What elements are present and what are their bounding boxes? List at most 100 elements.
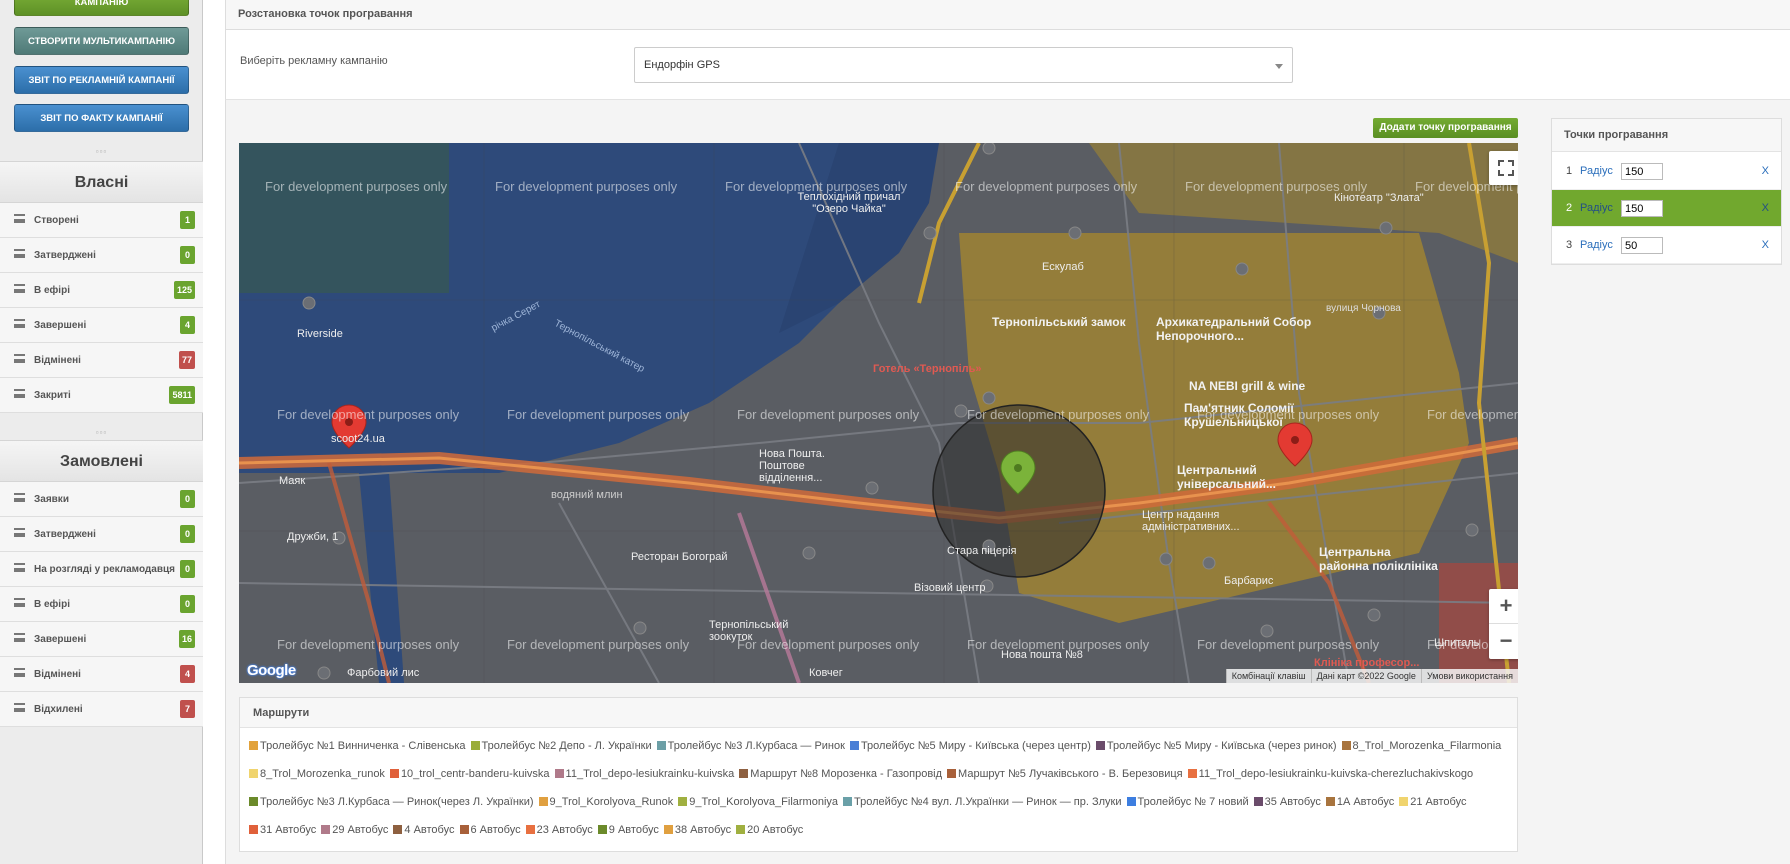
sidebar-item[interactable]: Затверджені 0 — [0, 517, 203, 552]
sidebar-item[interactable]: Відмінені 4 — [0, 657, 203, 692]
route-item[interactable]: 8_Trol_Morozenka_Filarmonia — [1341, 732, 1501, 760]
sidebar-item[interactable]: Затверджені 0 — [0, 238, 203, 273]
playback-point-row[interactable]: 2 Радіус X — [1552, 190, 1781, 227]
route-item[interactable]: 9 Автобус — [597, 816, 659, 844]
remove-point-button[interactable]: X — [1762, 153, 1769, 190]
map-label: Нова пошта №8 — [1001, 649, 1083, 661]
map-label: Шпиталь — [1434, 637, 1480, 649]
drag-grip-icon[interactable]: ▫▫▫ — [0, 428, 203, 437]
sidebar-item[interactable]: Створені 1 — [0, 203, 203, 238]
route-color-swatch — [470, 741, 480, 750]
route-color-swatch — [663, 825, 673, 834]
route-item[interactable]: 11_Trol_depo-lesiukrainku-kuivska — [554, 760, 734, 788]
radius-label[interactable]: Радіус — [1580, 153, 1613, 190]
route-item[interactable]: 29 Автобус — [321, 816, 388, 844]
route-item[interactable]: Тролейбус № 7 новий — [1126, 788, 1249, 816]
radius-input[interactable] — [1621, 163, 1663, 180]
route-color-swatch — [321, 825, 331, 834]
ad-campaign-report-button[interactable]: ЗВІТ ПО РЕКЛАМНІЙ КАМПАНІЇ — [14, 66, 189, 94]
route-item[interactable]: 9_Trol_Korolyova_Filarmoniya — [678, 788, 838, 816]
campaign-select[interactable]: Ендорфін GPS — [634, 47, 1293, 83]
route-item[interactable]: 10_trol_centr-banderu-kuivska — [389, 760, 550, 788]
sidebar-item[interactable]: В ефірі 0 — [0, 587, 203, 622]
campaign-fact-report-button[interactable]: ЗВІТ ПО ФАКТУ КАМПАНІЇ — [14, 104, 189, 132]
count-badge: 16 — [178, 630, 195, 648]
route-item[interactable]: 8_Trol_Morozenka_runok — [249, 760, 385, 788]
route-item[interactable]: Тролейбус №5 Миру - Київська (через цент… — [849, 732, 1091, 760]
terms-link[interactable]: Умови використання — [1420, 669, 1518, 683]
route-label: 20 Автобус — [747, 824, 804, 836]
count-badge: 0 — [180, 595, 195, 613]
route-color-swatch — [656, 741, 666, 750]
sidebar-item[interactable]: На розгляді у рекламодавця 0 — [0, 552, 203, 587]
route-item[interactable]: 23 Автобус — [525, 816, 593, 844]
map-label: NA NEBI grill & wine — [1189, 379, 1306, 393]
radius-label[interactable]: Радіус — [1580, 227, 1613, 264]
route-item[interactable]: 9_Trol_Korolyova_Runok — [538, 788, 673, 816]
menu-icon — [14, 493, 25, 502]
menu-icon — [14, 249, 25, 258]
keyboard-shortcuts-link[interactable]: Комбінації клавіш — [1225, 669, 1311, 683]
sidebar-item[interactable]: Відхилені 7 — [0, 692, 203, 727]
map-label: Готель «Тернопіль» — [873, 363, 982, 375]
remove-point-button[interactable]: X — [1762, 227, 1769, 264]
playback-point-row[interactable]: 3 Радіус X — [1552, 227, 1781, 264]
route-item[interactable]: Маршрут №8 Морозенка - Газопровід — [739, 760, 942, 788]
sidebar-item[interactable]: Закриті 5811 — [0, 378, 203, 413]
route-item[interactable]: 20 Автобус — [736, 816, 803, 844]
route-item[interactable]: Тролейбус №3 Л.Курбаса — Ринок — [656, 732, 845, 760]
route-item[interactable]: 6 Автобус — [459, 816, 521, 844]
route-item[interactable]: 31 Автобус — [249, 816, 316, 844]
sidebar-item[interactable]: Відмінені 77 — [0, 343, 203, 378]
route-color-swatch — [1126, 797, 1136, 806]
menu-icon — [14, 598, 25, 607]
point-number: 1 — [1566, 165, 1573, 177]
remove-point-button[interactable]: X — [1762, 190, 1769, 227]
route-item[interactable]: 4 Автобус — [393, 816, 455, 844]
sidebar-item-label: Затверджені — [34, 250, 96, 261]
count-badge: 4 — [180, 665, 195, 683]
route-label: 38 Автобус — [674, 824, 732, 836]
route-item[interactable]: 35 Автобус — [1253, 788, 1321, 816]
route-item[interactable]: 38 Автобус — [663, 816, 732, 844]
route-item[interactable]: Тролейбус №3 Л.Курбаса — Ринок(через Л. … — [249, 788, 534, 816]
map[interactable]: For development purposes only For develo… — [239, 143, 1518, 683]
create-multicampaign-button[interactable]: СТВОРИТИ МУЛЬТИКАМПАНІЮ — [14, 27, 189, 55]
route-color-swatch — [947, 769, 957, 778]
route-item[interactable]: Маршрут №5 Лучаківського - В. Березовиця — [947, 760, 1183, 788]
route-item[interactable]: Тролейбус №2 Депо - Л. Українки — [470, 732, 652, 760]
sidebar-item[interactable]: В ефірі 125 — [0, 273, 203, 308]
sidebar-item[interactable]: Завершені 16 — [0, 622, 203, 657]
sidebar-item-label: В ефірі — [34, 599, 70, 610]
route-item[interactable]: Тролейбус №1 Винниченка - Слівенська — [249, 732, 466, 760]
drag-grip-icon[interactable]: ▫▫▫ — [0, 147, 203, 156]
add-playback-point-button[interactable]: Додати точку програвання — [1373, 118, 1518, 138]
route-item[interactable]: 11_Trol_depo-lesiukrainku-kuivska-cherez… — [1187, 760, 1473, 788]
radius-label[interactable]: Радіус — [1580, 190, 1613, 227]
map-label: Пам'ятник Соломії Крушельницької — [1184, 401, 1294, 429]
create-campaign-button[interactable]: КАМПАНІЮ — [14, 0, 189, 16]
map-label: Кінотеатр "Злата" — [1334, 192, 1424, 204]
route-item[interactable]: 21 Автобус — [1399, 788, 1466, 816]
route-item[interactable]: Тролейбус №4 вул. Л.Українки — Ринок — п… — [843, 788, 1122, 816]
map-label: Ескулаб — [1042, 261, 1084, 273]
route-label: 8_Trol_Morozenka_runok — [260, 768, 385, 780]
sidebar-item[interactable]: Завершені 4 — [0, 308, 203, 343]
zoom-in-button[interactable]: + — [1489, 589, 1518, 624]
radius-input[interactable] — [1621, 200, 1663, 217]
playback-point-row[interactable]: 1 Радіус X — [1552, 153, 1781, 190]
route-label: Маршрут №5 Лучаківського - В. Березовиця — [958, 768, 1183, 780]
zoom-out-button[interactable]: − — [1489, 624, 1518, 659]
sidebar-item[interactable]: Заявки 0 — [0, 482, 203, 517]
route-item[interactable]: 1А Автобус — [1325, 788, 1394, 816]
point-number: 3 — [1566, 239, 1573, 251]
sidebar-item-label: На розгляді у рекламодавця — [34, 564, 175, 575]
route-label: Тролейбус №4 вул. Л.Українки — Ринок — п… — [854, 796, 1122, 808]
fullscreen-button[interactable] — [1489, 151, 1518, 185]
count-badge: 1 — [180, 211, 195, 229]
route-label: Тролейбус №5 Миру - Київська (через рино… — [1106, 740, 1337, 752]
map-label: Маяк — [279, 475, 306, 487]
radius-input[interactable] — [1621, 237, 1663, 254]
route-item[interactable]: Тролейбус №5 Миру - Київська (через рино… — [1095, 732, 1337, 760]
campaign-select-row: Виберіть рекламну кампанію Ендорфін GPS — [225, 30, 1790, 100]
